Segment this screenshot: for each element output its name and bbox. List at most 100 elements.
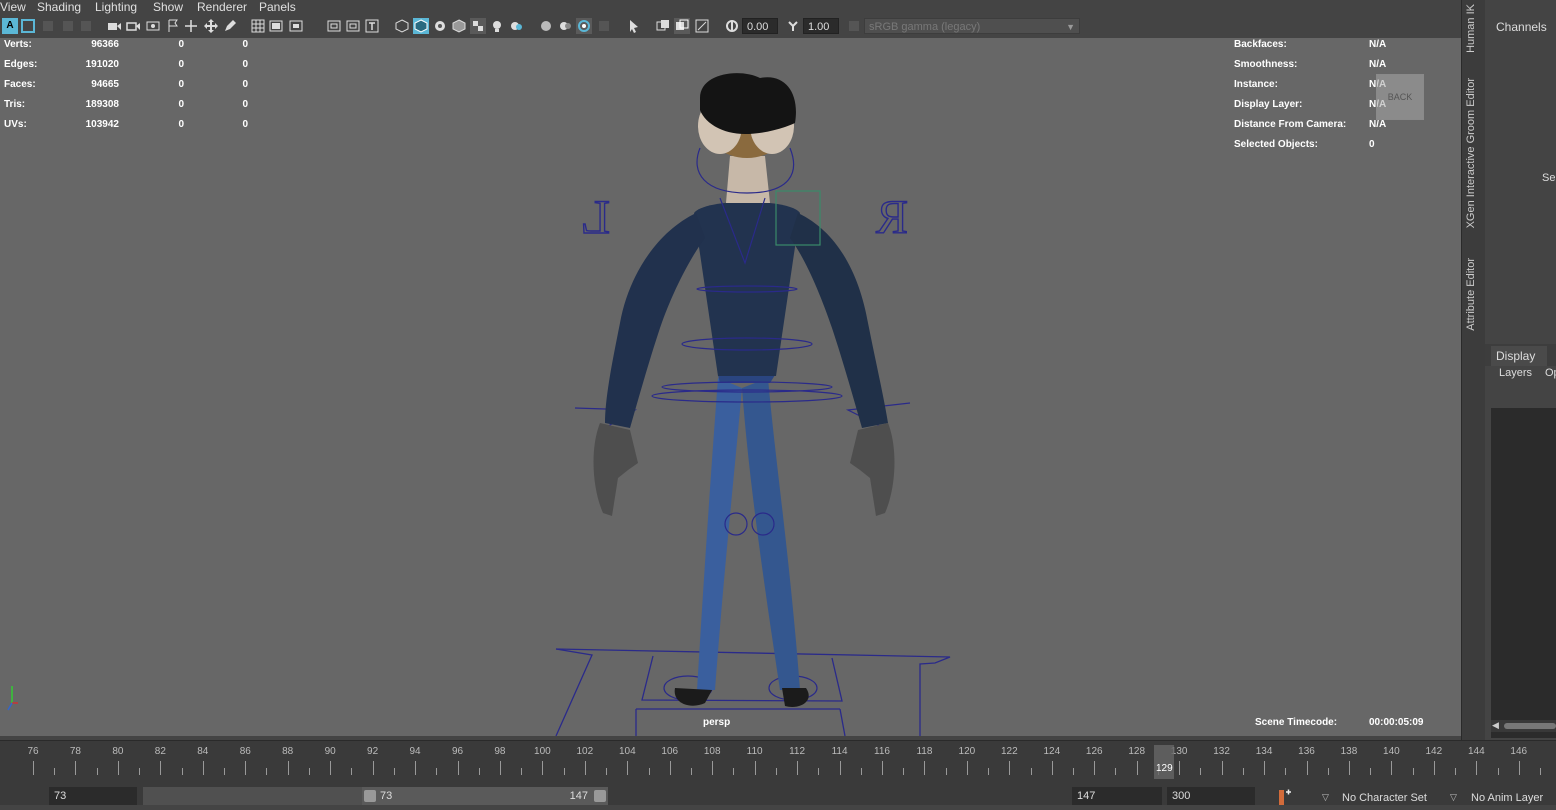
timeline-tick-label: 76 [27,746,39,757]
film-gate-icon[interactable] [145,18,161,34]
timecode-label: Scene Timecode: [1255,717,1338,728]
backface-culling-icon[interactable] [694,18,710,34]
hud-label-instance: Instance: [1234,79,1278,90]
wireframe-icon[interactable] [394,18,410,34]
channel-box-title[interactable]: Channels [1496,20,1547,34]
motion-blur-icon[interactable] [557,18,573,34]
tab-display[interactable]: Display [1491,346,1547,366]
select-camera-icon[interactable]: A [2,18,18,34]
xray-icon[interactable] [655,18,671,34]
menu-lighting[interactable]: Lighting [95,0,137,14]
move-tool-icon[interactable] [203,18,219,34]
time-slider[interactable]: 76 78 80 82 84 86 88 90 92 94 96 98 100 102 104 106 108 1… [0,740,1556,781]
timeline-minor-tick [436,768,438,775]
film-gate-mask-icon[interactable] [268,18,284,34]
timeline-tick-label: 98 [494,746,506,757]
tab-xgen-groom-editor[interactable]: XGen Interactive Groom Editor [1465,78,1477,228]
textured-icon[interactable] [470,18,486,34]
view-cube-label: BACK [1387,92,1413,102]
scroll-thumb[interactable] [1504,723,1556,729]
animation-end-field[interactable]: 300 [1167,787,1255,805]
menu-show[interactable]: Show [153,0,183,14]
timeline-tick-label: 134 [1255,746,1273,757]
lighting-icon[interactable] [489,18,505,34]
hud-faces-value: 94665 [91,79,119,90]
character-set-select[interactable]: No Character Set [1342,792,1427,804]
hud-tris-triangles: 0 [242,99,248,110]
layer-scrollbar[interactable]: ◀ [1491,720,1556,732]
shaded-wireframe-icon[interactable] [451,18,467,34]
animation-start-field[interactable]: 73 [49,787,137,805]
timeline-tick-mark [712,761,714,775]
flag-icon[interactable] [165,18,181,34]
resolution-gate-icon[interactable] [288,18,304,34]
timeline-tick-label: 138 [1340,746,1358,757]
timeline-tick-label: 96 [451,746,464,757]
pan-zoom-icon[interactable] [183,18,199,34]
view-transform-icon[interactable] [846,18,862,34]
playback-end-field[interactable]: 147 [1072,787,1162,805]
viewport-menubar: View Shading Lighting Show Renderer Pane… [0,0,1461,14]
rig-letter-l: L [581,191,610,244]
timeline-tick-mark [669,761,671,775]
timeline-tick-mark [117,761,119,775]
anim-layer-chevron-icon[interactable]: ▽ [1450,792,1457,803]
smooth-shade-icon[interactable] [413,18,429,34]
timeline-tick-mark [1094,761,1096,775]
anti-aliasing-icon[interactable] [576,18,592,34]
range-slider[interactable]: 73 147 [362,787,608,805]
menu-shading[interactable]: Shading [37,0,81,14]
color-space-select[interactable]: sRGB gamma (legacy) ▼ [864,18,1080,34]
character-set-chevron-icon[interactable]: ▽ [1322,792,1329,803]
layers-menu[interactable]: Layers [1499,367,1532,379]
exposure-icon[interactable] [724,18,740,34]
timeline-tick-mark [584,761,586,775]
scroll-left-icon[interactable]: ◀ [1492,720,1499,731]
timeline-tick-label: 118 [916,746,933,757]
options-menu[interactable]: Op [1545,367,1556,379]
perspective-viewport[interactable]: L R Verts: 96366 0 0 Edges: 191020 0 0 F… [0,38,1461,736]
xray-joints-icon[interactable] [674,18,690,34]
menu-panels[interactable]: Panels [259,0,296,14]
timeline-minor-tick [690,768,692,775]
grease-pencil-icon[interactable] [78,18,94,34]
camera-icon[interactable] [125,18,141,34]
gamma-icon[interactable] [785,18,801,34]
hud-label-display-layer: Display Layer: [1234,99,1303,110]
timeline-minor-tick [54,768,56,775]
hud-edges-value: 191020 [85,59,119,70]
menu-renderer[interactable]: Renderer [197,0,247,14]
layer-buttons [1485,388,1556,408]
bookmark-icon[interactable] [40,18,56,34]
hud-label-selected-objects: Selected Objects: [1234,139,1318,150]
hud-selected-objects-value: 0 [1369,139,1375,150]
timeline-tick-mark [160,761,162,775]
gamma-field[interactable]: 1.00 [803,18,839,34]
camera-attributes-icon[interactable] [20,18,36,34]
exposure-field[interactable]: 0.00 [742,18,778,34]
range-end-handle[interactable] [594,790,606,802]
view-cube[interactable]: BACK [1376,74,1424,120]
anim-layer-select[interactable]: No Anim Layer [1471,792,1543,804]
image-plane-icon[interactable] [60,18,76,34]
layer-list[interactable] [1491,408,1556,738]
menu-view[interactable]: View [0,0,26,14]
grid-icon[interactable] [250,18,266,34]
auto-key-icon[interactable] [1278,788,1292,805]
isolate-select-icon[interactable] [626,18,642,34]
ambient-occlusion-icon[interactable] [538,18,554,34]
timeline-tick-mark [1476,761,1478,775]
lock-camera-icon[interactable] [106,18,122,34]
field-chart-icon[interactable] [345,18,361,34]
pencil-icon[interactable] [222,18,238,34]
timeline-tick-mark [966,761,968,775]
range-start-handle[interactable] [364,790,376,802]
timeline-tick-mark [33,761,34,775]
gate-mask-icon[interactable] [326,18,342,34]
shadows-icon[interactable] [508,18,524,34]
depth-of-field-icon[interactable] [596,18,612,34]
safe-title-icon[interactable] [364,18,380,34]
default-material-icon[interactable] [432,18,448,34]
tab-attribute-editor[interactable]: Attribute Editor [1465,258,1477,331]
tab-human-ik[interactable]: Human IK [1465,4,1477,53]
